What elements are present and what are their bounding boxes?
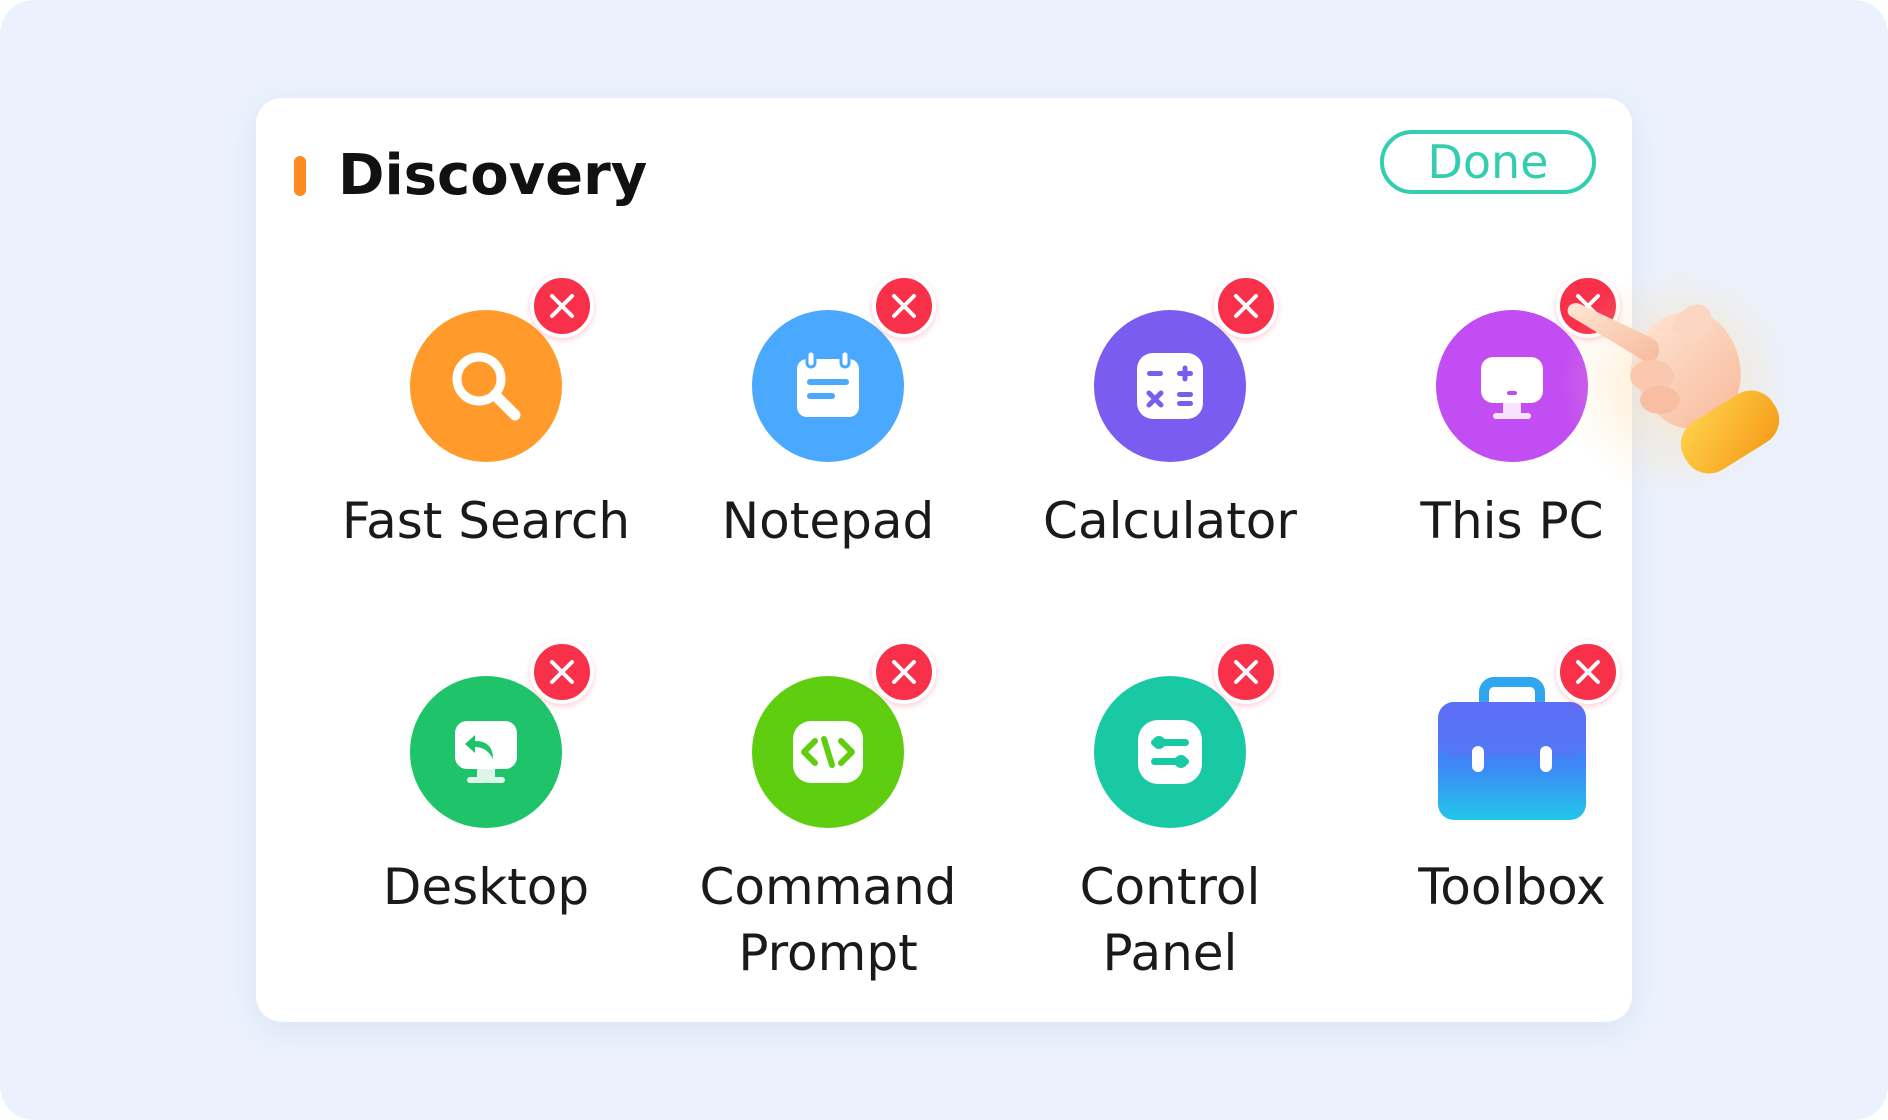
app-label-desktop: Desktop (382, 858, 590, 916)
app-tile-toolbox[interactable]: Toolbox (1362, 640, 1662, 1016)
app-label-command-prompt: Command Prompt (699, 858, 957, 982)
desktop-icon (410, 676, 562, 828)
remove-desktop-button[interactable] (530, 640, 594, 704)
remove-notepad-button[interactable] (872, 274, 936, 338)
close-icon (892, 660, 916, 684)
remove-toolbox-button[interactable] (1556, 640, 1620, 704)
app-tile-fast-search[interactable]: Fast Search (336, 274, 636, 650)
calculator-icon (1094, 310, 1246, 462)
remove-control-panel-button[interactable] (1214, 640, 1278, 704)
app-tile-command-prompt[interactable]: Command Prompt (678, 640, 978, 1016)
close-icon (550, 660, 574, 684)
app-tile-this-pc[interactable]: This PC (1362, 274, 1662, 650)
sliders-icon (1094, 676, 1246, 828)
app-label-toolbox: Toolbox (1418, 858, 1606, 916)
apps-grid: Fast Search Notepad Calculator This PC D… (256, 98, 1632, 1022)
remove-command-prompt-button[interactable] (872, 640, 936, 704)
app-label-notepad: Notepad (721, 492, 935, 550)
app-label-this-pc: This PC (1420, 492, 1604, 550)
remove-this-pc-button[interactable] (1556, 274, 1620, 338)
code-icon (752, 676, 904, 828)
close-icon (1234, 294, 1258, 318)
close-icon (550, 294, 574, 318)
close-icon (892, 294, 916, 318)
remove-calculator-button[interactable] (1214, 274, 1278, 338)
app-tile-notepad[interactable]: Notepad (678, 274, 978, 650)
notepad-icon (752, 310, 904, 462)
app-label-fast-search: Fast Search (341, 492, 631, 550)
monitor-icon (1436, 310, 1588, 462)
close-icon (1576, 294, 1600, 318)
discovery-panel: Discovery Done Fast Search Notepad Calcu… (256, 98, 1632, 1022)
app-label-control-panel: Control Panel (1079, 858, 1261, 982)
toolbox-icon (1436, 676, 1588, 828)
close-icon (1576, 660, 1600, 684)
app-label-calculator: Calculator (1043, 492, 1297, 550)
app-tile-desktop[interactable]: Desktop (336, 640, 636, 1016)
app-tile-calculator[interactable]: Calculator (1020, 274, 1320, 650)
remove-fast-search-button[interactable] (530, 274, 594, 338)
magnifier-icon (410, 310, 562, 462)
close-icon (1234, 660, 1258, 684)
app-tile-control-panel[interactable]: Control Panel (1020, 640, 1320, 1016)
